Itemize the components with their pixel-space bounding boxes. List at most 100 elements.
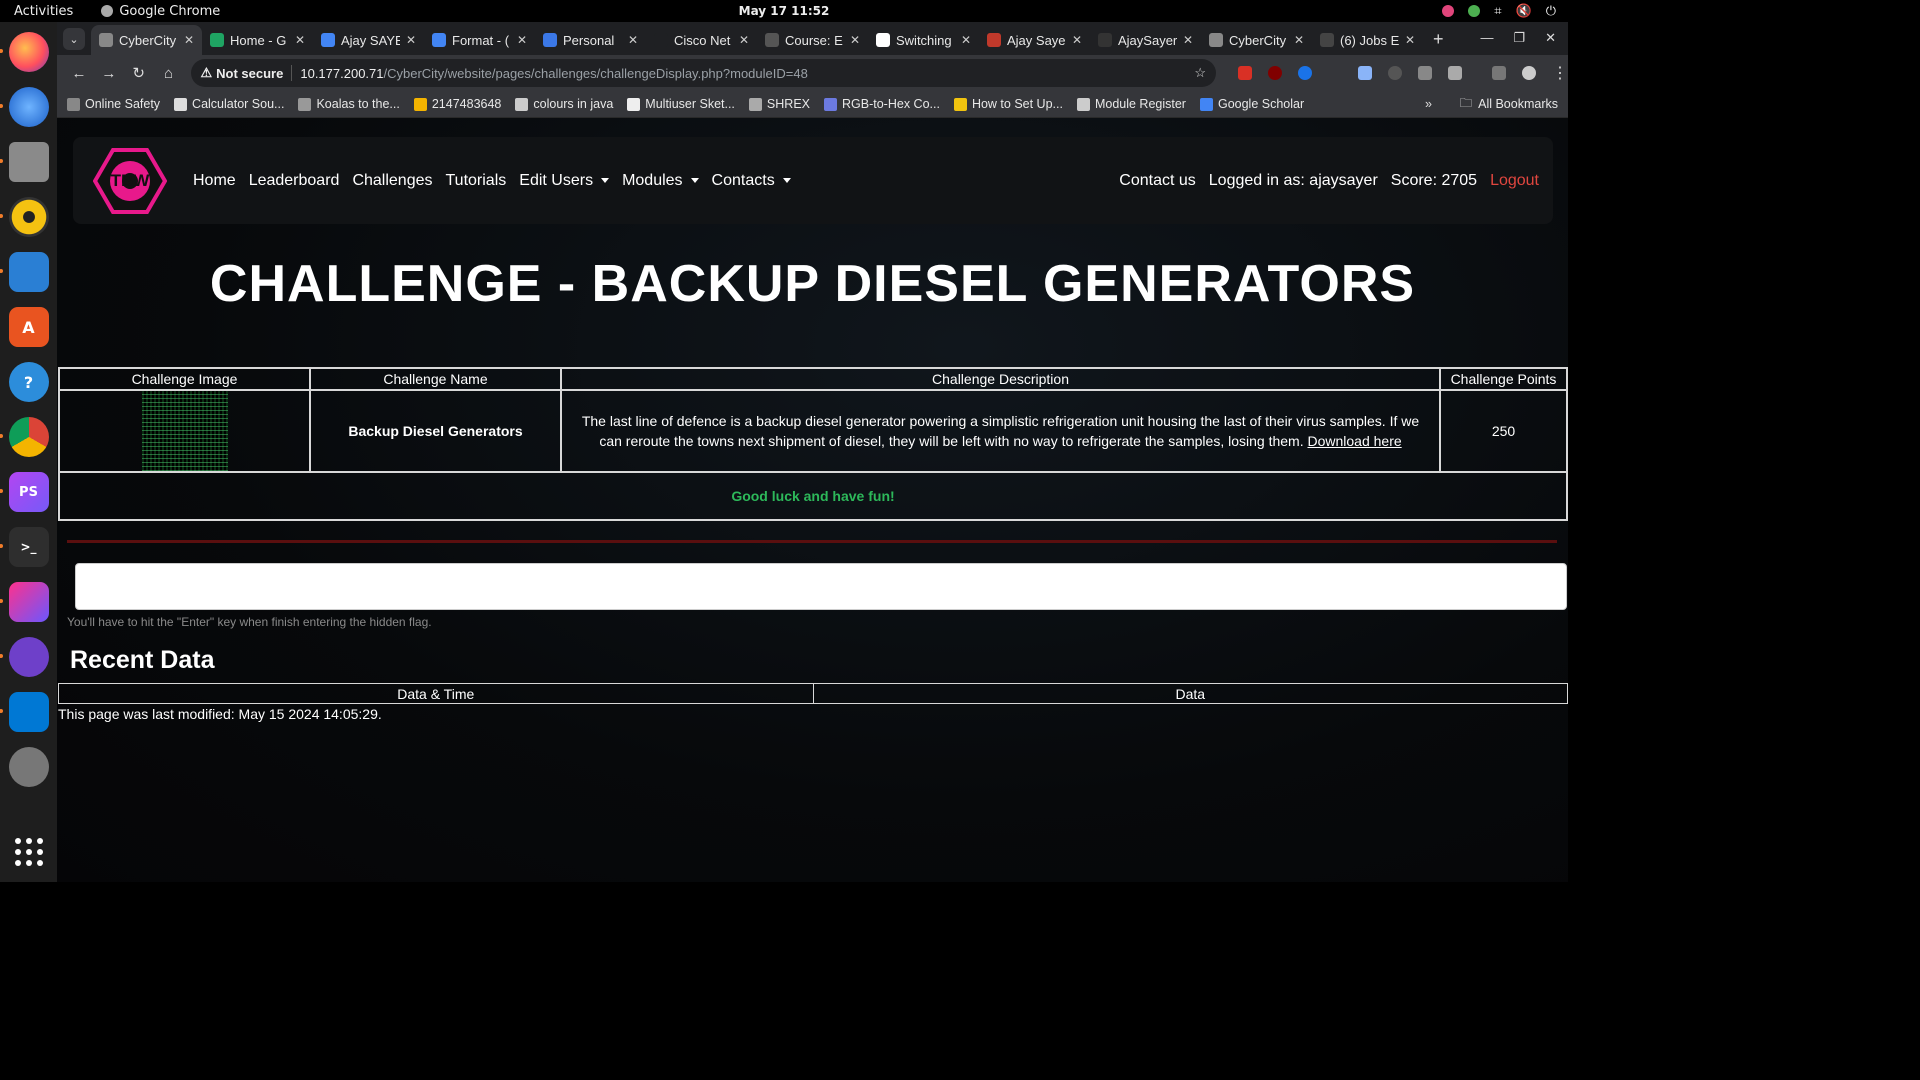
security-indicator[interactable]: ⚠ Not secure: [201, 65, 293, 81]
home-icon[interactable]: ⌂: [155, 65, 183, 82]
disabled-extension-icon[interactable]: [1388, 66, 1402, 80]
browser-tab[interactable]: Ajay SAYE ✕: [313, 25, 424, 55]
browser-tab[interactable]: Course: E ✕: [757, 25, 868, 55]
more-bookmarks-icon[interactable]: »: [1425, 97, 1432, 111]
browser-tab[interactable]: Ajay Saye ✕: [979, 25, 1090, 55]
app-menu[interactable]: Google Chrome: [101, 4, 220, 19]
power-icon[interactable]: ⏻: [1546, 4, 1556, 19]
tab-close-icon[interactable]: ✕: [1294, 33, 1304, 47]
contact-us-link[interactable]: Contact us: [1119, 172, 1195, 190]
browser-tab[interactable]: Home - G ✕: [202, 25, 313, 55]
address-bar[interactable]: ⚠ Not secure 10.177.200.71/CyberCity/web…: [190, 59, 1216, 87]
shield-extension-icon[interactable]: [1358, 66, 1372, 80]
minimize-icon[interactable]: —: [1480, 30, 1493, 46]
tab-label: Cisco Net: [674, 32, 731, 48]
browser-tab[interactable]: Format - (✕: [424, 25, 535, 55]
clock[interactable]: May 17 11:52: [739, 4, 830, 18]
tab-close-icon[interactable]: ✕: [1405, 33, 1415, 47]
tab-close-icon[interactable]: ✕: [517, 33, 527, 47]
tab-close-icon[interactable]: ✕: [739, 33, 749, 47]
volume-icon[interactable]: 🔇: [1516, 4, 1532, 19]
bookmark-star-icon[interactable]: ☆: [1194, 65, 1206, 81]
rhythmbox-icon[interactable]: [0, 197, 49, 237]
chrome-icon[interactable]: [0, 417, 49, 457]
nav-leaderboard[interactable]: Leaderboard: [249, 172, 340, 190]
jetbrains-toolbox-icon[interactable]: [0, 582, 49, 622]
github-desktop-icon[interactable]: [0, 637, 49, 677]
chrome-tray-icon[interactable]: [1468, 5, 1481, 17]
tab-close-icon[interactable]: ✕: [628, 33, 638, 47]
bookmark-item[interactable]: 2147483648: [413, 97, 501, 111]
logout-link[interactable]: Logout: [1490, 172, 1539, 190]
tab-close-icon[interactable]: ✕: [1072, 33, 1082, 47]
bookmark-label: Google Scholar: [1217, 97, 1305, 111]
bookmark-item[interactable]: Module Register: [1076, 97, 1186, 111]
phpstorm-icon[interactable]: PS: [0, 472, 49, 512]
thunderbird-icon[interactable]: [0, 87, 49, 127]
show-applications-icon[interactable]: [14, 838, 43, 866]
activities-button[interactable]: Activities: [14, 4, 73, 19]
firefox-icon[interactable]: [0, 32, 49, 72]
ublock-icon[interactable]: [1268, 66, 1282, 80]
tab-close-icon[interactable]: ✕: [961, 33, 971, 47]
forward-icon[interactable]: →: [95, 65, 123, 82]
disk-utility-icon[interactable]: [8, 747, 49, 787]
app-center-icon[interactable]: A: [8, 307, 49, 347]
back-icon[interactable]: ←: [65, 65, 93, 82]
nav-modules-dropdown[interactable]: Modules: [622, 172, 698, 190]
vscode-icon[interactable]: [0, 692, 49, 732]
tab-close-icon[interactable]: ✕: [1183, 33, 1193, 47]
writer-icon[interactable]: [0, 252, 49, 292]
bookmark-item[interactable]: Koalas to the...: [298, 97, 400, 111]
tab-search-button[interactable]: ⌄: [63, 28, 85, 50]
audio-extension-icon[interactable]: [1298, 66, 1312, 80]
tab-close-icon[interactable]: ✕: [184, 33, 194, 47]
browser-tab[interactable]: AjaySayer ✕: [1090, 25, 1201, 55]
bookmark-item[interactable]: Calculator Sou...: [174, 97, 284, 111]
profile-avatar[interactable]: [1522, 66, 1536, 80]
system-tray[interactable]: ⌗ 🔇 ⏻: [1442, 4, 1556, 19]
extension-tray-icon[interactable]: [1442, 5, 1455, 17]
bookmark-item[interactable]: Online Safety: [67, 97, 160, 111]
extensions-puzzle-icon[interactable]: [1448, 66, 1462, 80]
translate-extension-icon[interactable]: [1418, 66, 1432, 80]
tab-close-icon[interactable]: ✕: [295, 33, 305, 47]
nav-home[interactable]: Home: [193, 172, 236, 190]
close-window-icon[interactable]: ✕: [1545, 30, 1556, 46]
nav-tutorials[interactable]: Tutorials: [446, 172, 507, 190]
nav-edit-users-dropdown[interactable]: Edit Users: [519, 172, 609, 190]
flag-input[interactable]: [75, 563, 1567, 610]
restore-icon[interactable]: ❐: [1513, 30, 1525, 46]
nav-contacts-dropdown[interactable]: Contacts: [712, 172, 791, 190]
tab-close-icon[interactable]: ✕: [406, 33, 416, 47]
all-bookmarks-button[interactable]: 🗀 All Bookmarks: [1460, 94, 1558, 115]
download-link[interactable]: Download here: [1307, 433, 1401, 449]
help-icon[interactable]: ?: [8, 362, 49, 402]
system-top-bar: Activities Google Chrome May 17 11:52 ⌗ …: [0, 0, 1568, 22]
browser-tab[interactable]: CyberCity ✕: [1201, 25, 1312, 55]
browser-tab[interactable]: Personal ✕: [535, 25, 646, 55]
site-logo[interactable]: TBW: [92, 147, 168, 214]
bookmark-item[interactable]: Google Scholar: [1199, 97, 1305, 111]
reload-icon[interactable]: ↻: [125, 64, 153, 82]
terminal-icon[interactable]: >_: [0, 527, 49, 567]
network-icon[interactable]: ⌗: [1494, 4, 1501, 19]
bookmark-item[interactable]: RGB-to-Hex Co...: [824, 97, 940, 111]
browser-tab[interactable]: CyberCity ✕: [91, 25, 202, 55]
tab-close-icon[interactable]: ✕: [850, 33, 860, 47]
new-tab-button[interactable]: +: [1433, 29, 1444, 50]
chrome-menu-icon[interactable]: ⋮: [1552, 63, 1568, 83]
browser-tab[interactable]: Switching ✕: [868, 25, 979, 55]
bookmark-item[interactable]: Multiuser Sket...: [627, 97, 735, 111]
bookmark-item[interactable]: colours in java: [515, 97, 613, 111]
cast-icon[interactable]: [1492, 66, 1506, 80]
bookmark-item[interactable]: SHREX: [748, 97, 810, 111]
tab-favicon-icon: [1209, 33, 1223, 47]
bookmark-favicon-icon: [627, 97, 641, 111]
nav-challenges[interactable]: Challenges: [352, 172, 432, 190]
bookmark-item[interactable]: How to Set Up...: [953, 97, 1063, 111]
files-icon[interactable]: [0, 142, 49, 182]
bookmark-extension-icon[interactable]: [1238, 66, 1252, 80]
browser-tab[interactable]: Cisco Net ✕: [646, 25, 757, 55]
browser-tab[interactable]: (6) Jobs E ✕: [1312, 25, 1423, 55]
